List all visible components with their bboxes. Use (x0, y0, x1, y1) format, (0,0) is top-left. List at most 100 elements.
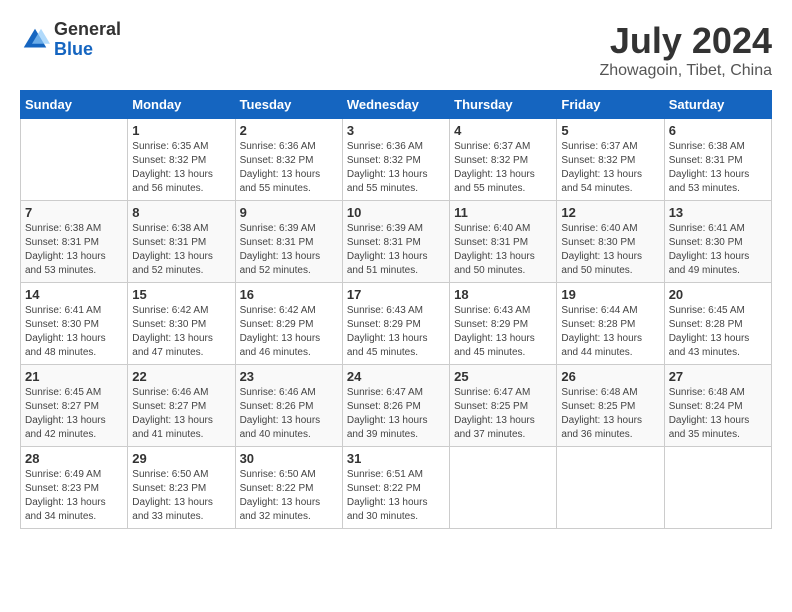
day-info: Sunrise: 6:46 AM Sunset: 8:26 PM Dayligh… (240, 386, 338, 442)
day-header-tuesday: Tuesday (235, 91, 342, 119)
day-number: 19 (561, 287, 659, 302)
day-info: Sunrise: 6:49 AM Sunset: 8:23 PM Dayligh… (25, 468, 123, 524)
day-number: 11 (454, 205, 552, 220)
day-cell-29: 29 Sunrise: 6:50 AM Sunset: 8:23 PM Dayli… (128, 447, 235, 529)
day-number: 24 (347, 369, 445, 384)
day-number: 30 (240, 451, 338, 466)
day-number: 22 (132, 369, 230, 384)
day-number: 20 (669, 287, 767, 302)
day-info: Sunrise: 6:37 AM Sunset: 8:32 PM Dayligh… (561, 140, 659, 196)
day-info: Sunrise: 6:38 AM Sunset: 8:31 PM Dayligh… (25, 222, 123, 278)
day-cell-14: 14Sunrise: 6:41 AM Sunset: 8:30 PM Dayli… (21, 283, 128, 365)
day-number: 15 (132, 287, 230, 302)
day-info: Sunrise: 6:35 AM Sunset: 8:32 PM Dayligh… (132, 140, 230, 196)
day-info: Sunrise: 6:39 AM Sunset: 8:31 PM Dayligh… (347, 222, 445, 278)
day-number: 2 (240, 123, 338, 138)
day-info: Sunrise: 6:40 AM Sunset: 8:30 PM Dayligh… (561, 222, 659, 278)
day-cell-9: 9 Sunrise: 6:39 AM Sunset: 8:31 PM Daylig… (235, 201, 342, 283)
day-number: 21 (25, 369, 123, 384)
day-cell-22: 22 Sunrise: 6:46 AM Sunset: 8:27 PM Dayli… (128, 365, 235, 447)
day-info: Sunrise: 6:48 AM Sunset: 8:24 PM Dayligh… (669, 386, 767, 442)
empty-cell (450, 447, 557, 529)
day-cell-15: 15 Sunrise: 6:42 AM Sunset: 8:30 PM Dayli… (128, 283, 235, 365)
day-cell-24: 24 Sunrise: 6:47 AM Sunset: 8:26 PM Dayli… (342, 365, 449, 447)
day-number: 29 (132, 451, 230, 466)
day-cell-30: 30 Sunrise: 6:50 AM Sunset: 8:22 PM Dayli… (235, 447, 342, 529)
day-info: Sunrise: 6:38 AM Sunset: 8:31 PM Dayligh… (669, 140, 767, 196)
day-number: 3 (347, 123, 445, 138)
day-info: Sunrise: 6:50 AM Sunset: 8:22 PM Dayligh… (240, 468, 338, 524)
day-number: 6 (669, 123, 767, 138)
week-row-4: 21 Sunrise: 6:45 AM Sunset: 8:27 PM Dayli… (21, 365, 772, 447)
week-row-2: 7 Sunrise: 6:38 AM Sunset: 8:31 PM Daylig… (21, 201, 772, 283)
day-info: Sunrise: 6:45 AM Sunset: 8:27 PM Dayligh… (25, 386, 123, 442)
day-info: Sunrise: 6:40 AM Sunset: 8:31 PM Dayligh… (454, 222, 552, 278)
day-cell-8: 8 Sunrise: 6:38 AM Sunset: 8:31 PM Daylig… (128, 201, 235, 283)
day-cell-18: 18Sunrise: 6:43 AM Sunset: 8:29 PM Dayli… (450, 283, 557, 365)
day-number: 23 (240, 369, 338, 384)
location-subtitle: Zhowagoin, Tibet, China (599, 62, 772, 80)
day-info: Sunrise: 6:37 AM Sunset: 8:32 PM Dayligh… (454, 140, 552, 196)
day-number: 10 (347, 205, 445, 220)
day-cell-21: 21 Sunrise: 6:45 AM Sunset: 8:27 PM Dayli… (21, 365, 128, 447)
day-number: 8 (132, 205, 230, 220)
day-header-friday: Friday (557, 91, 664, 119)
day-cell-17: 17 Sunrise: 6:43 AM Sunset: 8:29 PM Dayli… (342, 283, 449, 365)
day-info: Sunrise: 6:43 AM Sunset: 8:29 PM Dayligh… (454, 304, 552, 360)
day-cell-11: 11 Sunrise: 6:40 AM Sunset: 8:31 PM Dayli… (450, 201, 557, 283)
empty-cell (21, 119, 128, 201)
week-row-3: 14Sunrise: 6:41 AM Sunset: 8:30 PM Dayli… (21, 283, 772, 365)
day-number: 9 (240, 205, 338, 220)
day-number: 12 (561, 205, 659, 220)
empty-cell (664, 447, 771, 529)
day-info: Sunrise: 6:42 AM Sunset: 8:30 PM Dayligh… (132, 304, 230, 360)
day-number: 14 (25, 287, 123, 302)
day-number: 17 (347, 287, 445, 302)
day-number: 1 (132, 123, 230, 138)
day-cell-10: 10 Sunrise: 6:39 AM Sunset: 8:31 PM Dayli… (342, 201, 449, 283)
day-header-saturday: Saturday (664, 91, 771, 119)
week-row-1: 1 Sunrise: 6:35 AM Sunset: 8:32 PM Daylig… (21, 119, 772, 201)
day-cell-4: 4 Sunrise: 6:37 AM Sunset: 8:32 PM Daylig… (450, 119, 557, 201)
day-header-wednesday: Wednesday (342, 91, 449, 119)
day-number: 16 (240, 287, 338, 302)
day-number: 4 (454, 123, 552, 138)
day-info: Sunrise: 6:44 AM Sunset: 8:28 PM Dayligh… (561, 304, 659, 360)
day-number: 25 (454, 369, 552, 384)
logo-icon (20, 25, 50, 55)
day-cell-7: 7 Sunrise: 6:38 AM Sunset: 8:31 PM Daylig… (21, 201, 128, 283)
day-cell-19: 19 Sunrise: 6:44 AM Sunset: 8:28 PM Dayli… (557, 283, 664, 365)
day-number: 28 (25, 451, 123, 466)
page-header: General Blue July 2024 Zhowagoin, Tibet,… (20, 20, 772, 80)
day-cell-6: 6 Sunrise: 6:38 AM Sunset: 8:31 PM Daylig… (664, 119, 771, 201)
day-cell-27: 27 Sunrise: 6:48 AM Sunset: 8:24 PM Dayli… (664, 365, 771, 447)
day-number: 31 (347, 451, 445, 466)
day-cell-5: 5Sunrise: 6:37 AM Sunset: 8:32 PM Daylig… (557, 119, 664, 201)
empty-cell (557, 447, 664, 529)
day-info: Sunrise: 6:39 AM Sunset: 8:31 PM Dayligh… (240, 222, 338, 278)
week-row-5: 28 Sunrise: 6:49 AM Sunset: 8:23 PM Dayli… (21, 447, 772, 529)
logo: General Blue (20, 20, 121, 60)
day-info: Sunrise: 6:38 AM Sunset: 8:31 PM Dayligh… (132, 222, 230, 278)
day-info: Sunrise: 6:45 AM Sunset: 8:28 PM Dayligh… (669, 304, 767, 360)
day-number: 27 (669, 369, 767, 384)
day-number: 13 (669, 205, 767, 220)
day-info: Sunrise: 6:41 AM Sunset: 8:30 PM Dayligh… (669, 222, 767, 278)
day-cell-1: 1 Sunrise: 6:35 AM Sunset: 8:32 PM Daylig… (128, 119, 235, 201)
logo-general: General (54, 20, 121, 40)
day-info: Sunrise: 6:51 AM Sunset: 8:22 PM Dayligh… (347, 468, 445, 524)
logo-text: General Blue (54, 20, 121, 60)
day-cell-28: 28 Sunrise: 6:49 AM Sunset: 8:23 PM Dayli… (21, 447, 128, 529)
day-cell-12: 12 Sunrise: 6:40 AM Sunset: 8:30 PM Dayli… (557, 201, 664, 283)
day-cell-25: 25Sunrise: 6:47 AM Sunset: 8:25 PM Dayli… (450, 365, 557, 447)
day-info: Sunrise: 6:46 AM Sunset: 8:27 PM Dayligh… (132, 386, 230, 442)
day-cell-13: 13 Sunrise: 6:41 AM Sunset: 8:30 PM Dayli… (664, 201, 771, 283)
day-cell-26: 26Sunrise: 6:48 AM Sunset: 8:25 PM Dayli… (557, 365, 664, 447)
day-info: Sunrise: 6:43 AM Sunset: 8:29 PM Dayligh… (347, 304, 445, 360)
day-info: Sunrise: 6:36 AM Sunset: 8:32 PM Dayligh… (240, 140, 338, 196)
day-info: Sunrise: 6:47 AM Sunset: 8:26 PM Dayligh… (347, 386, 445, 442)
day-cell-2: 2 Sunrise: 6:36 AM Sunset: 8:32 PM Daylig… (235, 119, 342, 201)
day-info: Sunrise: 6:50 AM Sunset: 8:23 PM Dayligh… (132, 468, 230, 524)
day-number: 7 (25, 205, 123, 220)
day-cell-31: 31 Sunrise: 6:51 AM Sunset: 8:22 PM Dayli… (342, 447, 449, 529)
